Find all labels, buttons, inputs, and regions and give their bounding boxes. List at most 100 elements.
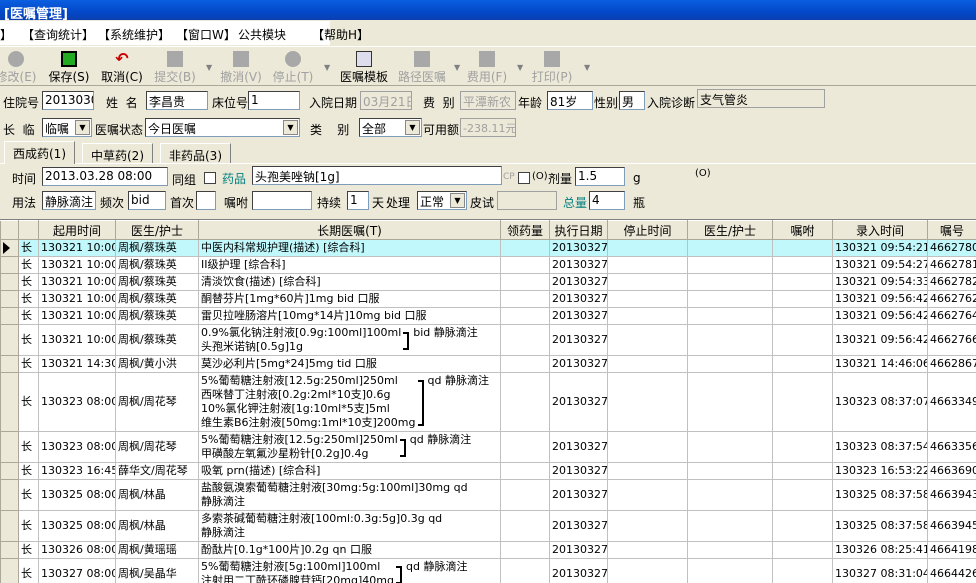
name-field[interactable]: 李昌贵 xyxy=(146,91,208,110)
menu-item-system[interactable]: 【系统维护】 xyxy=(98,26,170,43)
table-row[interactable]: 长 130325 08:00 周枫/林晶 多索茶碱葡萄糖注射液[100ml:0.3g:… xyxy=(0,510,976,542)
doctor-nurse-cell: 周枫/周花琴 xyxy=(115,431,199,463)
group-checkbox[interactable] xyxy=(204,172,216,184)
order-type-cell: 长 xyxy=(18,479,39,511)
save-button[interactable]: 保存(S) xyxy=(46,49,92,85)
table-row[interactable]: 长 130321 10:00 周枫/蔡珠英 雷贝拉唑肠溶片[10mg*14片]10mg… xyxy=(0,307,976,325)
submit-button[interactable]: 提交(B) xyxy=(152,49,198,85)
row-indicator[interactable] xyxy=(0,431,19,463)
fee-dropdown-icon[interactable]: ▼ xyxy=(517,63,523,72)
column-header-stop-time[interactable]: 停止时间 xyxy=(607,220,688,240)
column-header-exec-date[interactable]: 执行日期 xyxy=(549,220,608,240)
o-label: (O) xyxy=(532,171,548,182)
column-header-entry-time[interactable]: 录入时间 xyxy=(832,220,928,240)
table-row[interactable]: 长 130321 10:00 周枫/蔡珠英 II级护理 [综合科] 20130327 13… xyxy=(0,256,976,274)
dose-field[interactable]: 1.5 xyxy=(575,167,625,186)
table-row[interactable]: 长 130321 14:30 周枫/黄小洪 莫沙必利片[5mg*24]5mg tid … xyxy=(0,355,976,373)
revoke-button[interactable]: 撤消(V) xyxy=(218,49,264,85)
duration-field[interactable]: 1 xyxy=(347,191,369,210)
path-order-button[interactable]: 路径医嘱 xyxy=(394,49,450,85)
chevron-down-icon[interactable]: ▼ xyxy=(283,120,298,135)
column-header-start-time[interactable]: 起用时间 xyxy=(38,220,116,240)
table-row[interactable]: 长 130321 10:00 周枫/蔡珠英 清淡饮食(描述) [综合科] 2013032… xyxy=(0,273,976,291)
row-indicator[interactable] xyxy=(0,256,19,274)
row-indicator[interactable] xyxy=(0,324,19,356)
drug-field[interactable]: 头孢美唑钠[1g] xyxy=(252,166,502,185)
path-dropdown-icon[interactable]: ▼ xyxy=(454,63,460,72)
column-header-doctor-nurse[interactable]: 医生/护士 xyxy=(115,220,199,240)
menu-item-prev[interactable]: 】 xyxy=(0,26,12,43)
column-header-advice[interactable]: 嘱咐 xyxy=(772,220,833,240)
table-row[interactable]: 长 130321 10:00 周枫/蔡珠英 中医内科常规护理(描述) [综合科] 201… xyxy=(0,239,976,257)
row-indicator[interactable] xyxy=(0,541,19,559)
chevron-down-icon[interactable]: ▼ xyxy=(450,193,465,208)
table-row[interactable]: 长 130323 16:45 薛华文/周花琴 吸氧 prn(描述) [综合科] 2013… xyxy=(0,462,976,480)
order-group-suffix: bid 静脉滴注 xyxy=(413,326,478,339)
bed-field[interactable]: 1 xyxy=(248,91,300,110)
row-indicator[interactable] xyxy=(0,355,19,373)
column-header-dispense-qty[interactable]: 领药量 xyxy=(500,220,550,240)
table-row[interactable]: 长 130326 08:00 周枫/黄瑶瑶 酚酞片[0.1g*100片]0.2g qn… xyxy=(0,541,976,559)
row-indicator[interactable] xyxy=(0,462,19,480)
category-select[interactable]: 全部 ▼ xyxy=(359,118,422,137)
inpatient-no-field[interactable]: 20130309 xyxy=(42,91,94,110)
row-indicator[interactable] xyxy=(0,239,19,257)
print-dropdown-icon[interactable]: ▼ xyxy=(584,63,590,72)
tab-western-medicine[interactable]: 西成药(1) xyxy=(4,141,75,164)
tab-chinese-herbal[interactable]: 中草药(2) xyxy=(82,143,153,163)
submit-dropdown-icon[interactable]: ▼ xyxy=(206,63,212,72)
menu-item-help[interactable]: 【帮助H】 xyxy=(312,26,369,43)
table-row[interactable]: 长 130321 10:00 周枫/蔡珠英 0.9%氯化钠注射液[0.9g:100ml… xyxy=(0,324,976,356)
row-indicator[interactable] xyxy=(0,558,19,583)
column-header-type[interactable] xyxy=(18,220,39,240)
print-button[interactable]: 打印(P) xyxy=(526,49,578,85)
row-indicator[interactable] xyxy=(0,273,19,291)
cp-checkbox[interactable] xyxy=(518,172,530,184)
table-row[interactable]: 长 130325 08:00 周枫/林晶 盐酸氨溴索葡萄糖注射液[30mg:5g:10… xyxy=(0,479,976,511)
template-button[interactable]: 医嘱模板 xyxy=(336,49,392,85)
advice-field[interactable] xyxy=(252,191,312,210)
row-indicator[interactable] xyxy=(0,479,19,511)
menu-item-public-modules[interactable]: 公共模块 xyxy=(238,26,286,43)
frequency-field[interactable]: bid xyxy=(128,191,166,210)
stop-button[interactable]: 停止(T) xyxy=(270,49,316,85)
advice-cell xyxy=(772,479,833,511)
exec-date-cell: 20130327 xyxy=(549,256,608,274)
fee-button[interactable]: 费用(F) xyxy=(462,49,512,85)
edit-button[interactable]: 修改(E) xyxy=(0,49,38,85)
handle-select[interactable]: 正常 ▼ xyxy=(417,191,467,210)
stop-dropdown-icon[interactable]: ▼ xyxy=(324,63,330,72)
order-status-select[interactable]: 今日医嘱 ▼ xyxy=(145,118,300,137)
first-dose-field[interactable] xyxy=(196,191,216,210)
table-row[interactable]: 长 130323 08:00 周枫/周花琴 5%葡萄糖注射液[12.5g:250ml]… xyxy=(0,431,976,463)
time-field[interactable]: 2013.03.28 08:00 xyxy=(42,167,168,186)
column-header-indicator[interactable] xyxy=(0,220,19,240)
table-row[interactable]: 长 130327 08:00 周枫/吴晶华 5%葡萄糖注射液[5g:100ml]100… xyxy=(0,558,976,583)
current-row-pointer-icon xyxy=(3,242,10,254)
order-type-select[interactable]: 临嘱 ▼ xyxy=(42,118,92,137)
row-indicator[interactable] xyxy=(0,307,19,325)
menu-item-window[interactable]: 【窗口W】 xyxy=(176,26,236,43)
sex-field[interactable]: 男 xyxy=(619,91,645,110)
row-indicator[interactable] xyxy=(0,372,19,432)
chevron-down-icon[interactable]: ▼ xyxy=(405,120,420,135)
menu-item-query-stats[interactable]: 【查询统计】 xyxy=(22,26,94,43)
column-header-long-term-order[interactable]: 长期医嘱(T) xyxy=(198,220,501,240)
cancel-button[interactable]: ↶ 取消(C) xyxy=(99,49,145,85)
chevron-down-icon[interactable]: ▼ xyxy=(75,120,90,135)
dispense-qty-cell xyxy=(500,431,550,463)
start-time-cell: 130323 08:00 xyxy=(38,431,116,463)
tab-non-drug[interactable]: 非药品(3) xyxy=(160,143,231,163)
column-header-stop-doctor-nurse[interactable]: 医生/护士 xyxy=(687,220,773,240)
total-field[interactable]: 4 xyxy=(589,191,625,210)
table-row[interactable]: 长 130321 10:00 周枫/蔡珠英 酮替芬片[1mg*60片]1mg bid … xyxy=(0,290,976,308)
order-cell: 盐酸氨溴索葡萄糖注射液[30mg:5g:100ml]30mg qd 静脉滴注 xyxy=(198,479,501,511)
table-row[interactable]: 长 130323 08:00 周枫/周花琴 5%葡萄糖注射液[12.5g:250ml]… xyxy=(0,372,976,432)
column-header-order-no[interactable]: 嘱号 xyxy=(927,220,976,240)
order-cell: 多索茶碱葡萄糖注射液[100ml:0.3g:5g]0.3g qd 静脉滴注 xyxy=(198,510,501,542)
age-field[interactable]: 81岁 xyxy=(547,91,593,110)
row-indicator[interactable] xyxy=(0,290,19,308)
order-no-cell: 4662764 xyxy=(927,307,976,325)
row-indicator[interactable] xyxy=(0,510,19,542)
usage-field[interactable]: 静脉滴注 xyxy=(42,191,96,210)
